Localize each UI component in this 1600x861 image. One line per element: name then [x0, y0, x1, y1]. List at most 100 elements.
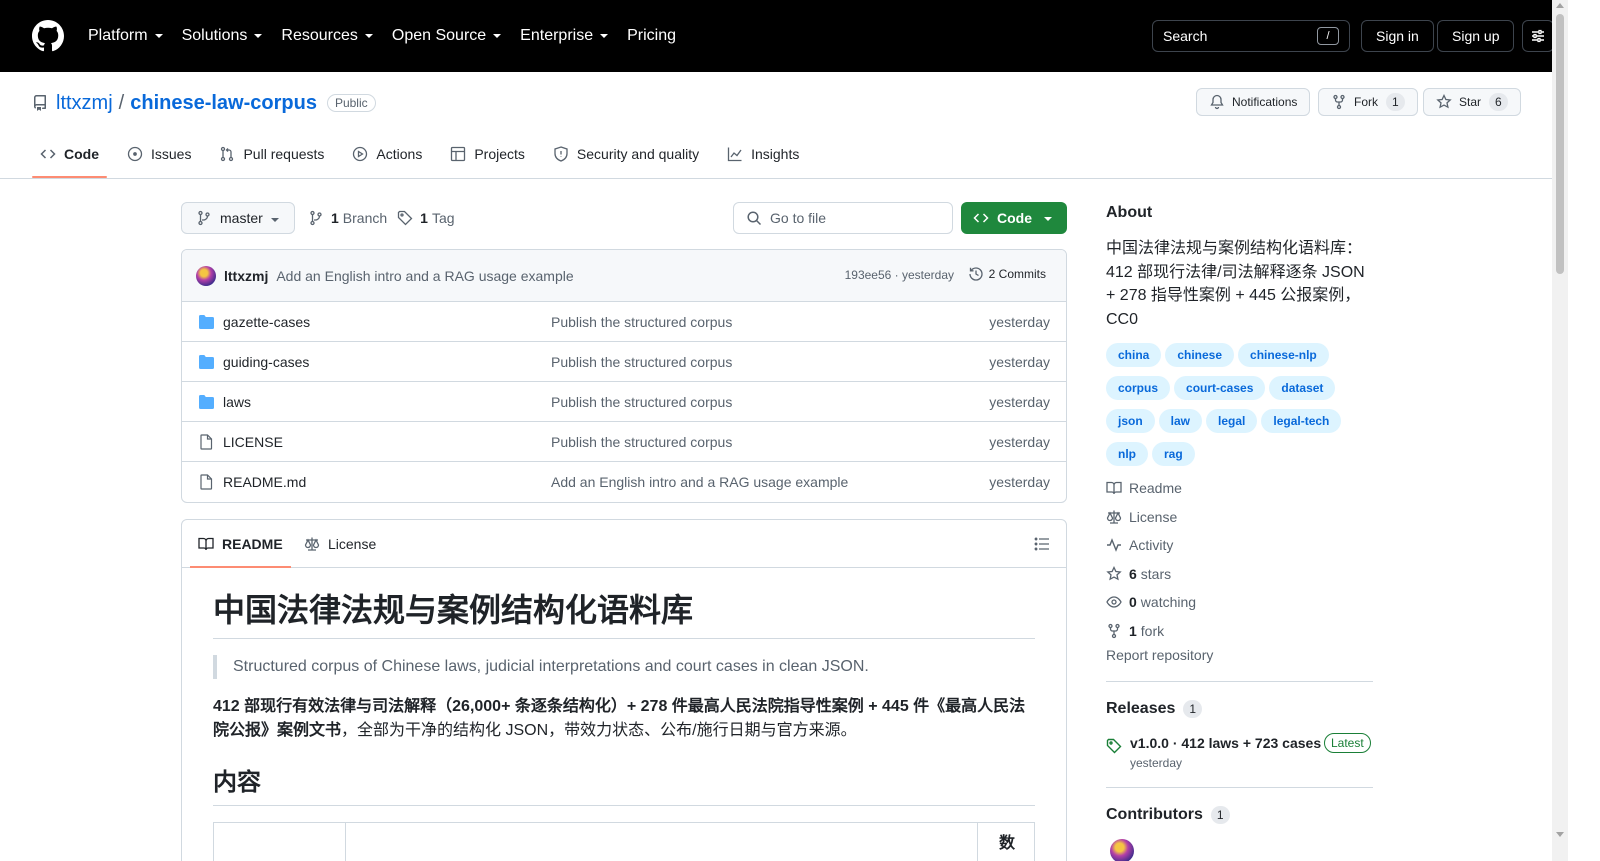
book-icon: [198, 537, 214, 550]
release-name[interactable]: v1.0.0 · 412 laws + 723 cases: [1130, 735, 1321, 751]
avatar[interactable]: [196, 265, 216, 286]
nav-open-source[interactable]: Open Source: [392, 27, 502, 45]
contributors-count: 1: [1210, 806, 1230, 824]
scrollbar-thumb[interactable]: [1556, 14, 1564, 274]
commits-link[interactable]: 2 Commits: [968, 266, 1046, 282]
file-name-link[interactable]: laws: [223, 394, 251, 410]
releases-heading[interactable]: Releases 1: [1106, 700, 1203, 718]
fork-button[interactable]: Fork 1: [1318, 88, 1418, 116]
forks-link[interactable]: 1 fork: [1106, 617, 1196, 646]
branch-select-button[interactable]: master: [181, 202, 295, 234]
repo-title: lttxzmj / chinese-law-corpus Public: [32, 90, 376, 116]
pull-request-icon: [221, 146, 234, 162]
eye-icon: [1106, 596, 1122, 608]
release-date: yesterday: [1130, 756, 1183, 770]
topic-tag[interactable]: law: [1158, 409, 1203, 433]
file-name-link[interactable]: guiding-cases: [223, 354, 309, 370]
repo-name-link[interactable]: chinese-law-corpus: [130, 92, 317, 115]
tags-link[interactable]: 1 Tag: [397, 210, 455, 226]
file-commit-link[interactable]: Publish the structured corpus: [551, 314, 732, 330]
file-commit-link[interactable]: Publish the structured corpus: [551, 394, 732, 410]
watching-link[interactable]: 0 watching: [1106, 588, 1196, 617]
repo-owner-link[interactable]: lttxzmj: [56, 92, 113, 115]
report-repository-link[interactable]: Report repository: [1106, 647, 1213, 663]
file-name-link[interactable]: gazette-cases: [223, 314, 310, 330]
tab-insights[interactable]: Insights: [719, 136, 807, 172]
github-logo-icon[interactable]: [32, 20, 64, 52]
license-link[interactable]: License: [1106, 503, 1196, 532]
fork-icon: [1108, 623, 1120, 638]
topic-tag[interactable]: chinese-nlp: [1238, 343, 1329, 367]
topic-tag[interactable]: china: [1106, 343, 1162, 367]
tab-security[interactable]: Security and quality: [545, 136, 707, 172]
readme-tab-label: README: [222, 535, 283, 552]
nav-platform[interactable]: Platform: [88, 27, 164, 45]
avatar[interactable]: [1110, 839, 1134, 861]
nav-pricing[interactable]: Pricing: [627, 27, 676, 45]
scroll-down-arrow-icon[interactable]: [1556, 832, 1564, 837]
shield-icon: [554, 146, 568, 162]
commit-hash-time[interactable]: 193ee56 · yesterday: [845, 268, 954, 282]
fork-label: Fork: [1354, 95, 1378, 109]
file-name-link[interactable]: README.md: [223, 474, 306, 490]
commit-message[interactable]: Add an English intro and a RAG usage exa…: [276, 268, 573, 284]
tab-actions[interactable]: Actions: [344, 136, 430, 172]
nav-resources[interactable]: Resources: [281, 27, 373, 45]
nav-label: Enterprise: [520, 27, 594, 44]
tab-readme[interactable]: README: [190, 520, 291, 568]
activity-link[interactable]: Activity: [1106, 531, 1196, 560]
file-commit-link[interactable]: Add an English intro and a RAG usage exa…: [551, 474, 848, 490]
nav-enterprise[interactable]: Enterprise: [520, 27, 609, 45]
tab-issues[interactable]: Issues: [119, 136, 199, 172]
code-dropdown-button[interactable]: Code: [961, 202, 1067, 234]
notifications-button[interactable]: Notifications: [1196, 88, 1311, 116]
tab-label: Pull requests: [243, 146, 325, 162]
file-commit-link[interactable]: Publish the structured corpus: [551, 354, 732, 370]
tab-license[interactable]: License: [304, 520, 376, 567]
table-row: LICENSE Publish the structured corpus ye…: [182, 422, 1066, 462]
tab-code[interactable]: Code: [32, 136, 107, 178]
global-search-button[interactable]: Search /: [1152, 20, 1350, 52]
law-icon: [304, 537, 320, 551]
topic-tag[interactable]: legal: [1206, 409, 1258, 433]
nav-label: Platform: [88, 27, 148, 44]
go-to-file-input[interactable]: Go to file: [733, 202, 953, 234]
topic-tag[interactable]: nlp: [1106, 442, 1148, 466]
file-name-link[interactable]: LICENSE: [223, 434, 283, 450]
file-commit-link[interactable]: Publish the structured corpus: [551, 434, 732, 450]
contributors-heading-label: Contributors: [1106, 806, 1203, 823]
sign-up-button[interactable]: Sign up: [1437, 20, 1515, 52]
branches-link[interactable]: 1 Branch: [308, 210, 387, 226]
file-icon: [200, 474, 213, 490]
scroll-up-arrow-icon[interactable]: [1556, 3, 1564, 8]
code-icon: [40, 149, 56, 159]
tab-projects[interactable]: Projects: [442, 136, 533, 172]
table-header-cell: 数: [999, 835, 1016, 852]
star-button[interactable]: Star 6: [1423, 88, 1521, 116]
tab-pull-requests[interactable]: Pull requests: [211, 136, 332, 172]
contributors-heading[interactable]: Contributors 1: [1106, 806, 1230, 824]
commit-author[interactable]: lttxzmj: [224, 268, 268, 284]
side-link-label: watching: [1140, 594, 1197, 611]
topic-tag[interactable]: rag: [1152, 442, 1195, 466]
stars-link[interactable]: 6 stars: [1106, 560, 1196, 589]
readme-subheading: 内容: [213, 767, 1035, 806]
tab-label: Code: [64, 146, 99, 162]
topic-tag[interactable]: legal-tech: [1261, 409, 1342, 433]
readme-content: 中国法律法规与案例结构化语料库 Structured corpus of Chi…: [213, 590, 1035, 861]
topic-tag[interactable]: json: [1106, 409, 1155, 433]
readme-heading: 中国法律法规与案例结构化语料库: [213, 590, 1035, 639]
chevron-down-icon: [154, 34, 163, 38]
topic-tag[interactable]: court-cases: [1174, 376, 1266, 400]
tag-icon: [1106, 738, 1122, 754]
sign-in-button[interactable]: Sign in: [1361, 20, 1434, 52]
tab-label: Projects: [474, 146, 525, 162]
topic-tag[interactable]: dataset: [1269, 376, 1336, 400]
topic-tag[interactable]: chinese: [1165, 343, 1235, 367]
readme-link[interactable]: Readme: [1106, 474, 1196, 503]
file-date: yesterday: [989, 474, 1050, 490]
topic-tag[interactable]: corpus: [1106, 376, 1171, 400]
header-menu-button[interactable]: [1522, 20, 1554, 52]
list-icon[interactable]: [1034, 536, 1050, 552]
nav-solutions[interactable]: Solutions: [182, 27, 264, 45]
